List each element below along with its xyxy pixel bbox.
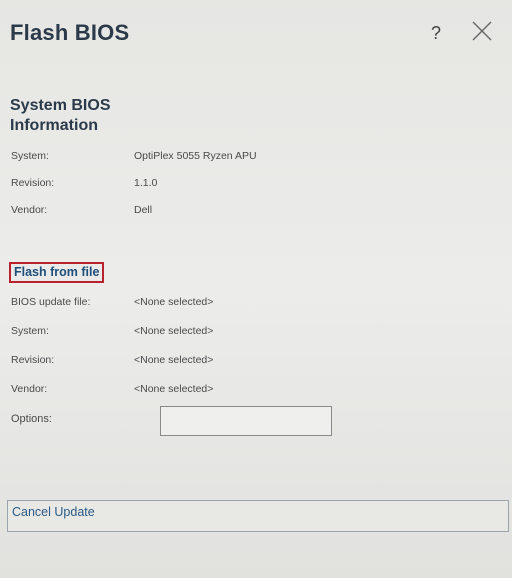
- vendor-value: Dell: [134, 204, 153, 216]
- help-icon[interactable]: ?: [428, 22, 444, 44]
- system-value: OptiPlex 5055 Ryzen APU: [134, 150, 257, 162]
- revision-value: 1.1.0: [134, 177, 158, 189]
- update-revision-label: Revision:: [11, 354, 55, 366]
- revision-label: Revision:: [11, 177, 55, 189]
- flash-from-file-link[interactable]: Flash from file: [9, 262, 104, 283]
- screen: Flash BIOS ? System BIOS Information Sys…: [0, 0, 512, 578]
- system-label: System:: [11, 150, 49, 162]
- update-revision-value: <None selected>: [134, 354, 214, 366]
- cancel-update-button[interactable]: Cancel Update: [7, 500, 509, 532]
- options-field[interactable]: [160, 406, 332, 436]
- options-label: Options:: [11, 413, 52, 425]
- update-vendor-label: Vendor:: [11, 383, 48, 395]
- close-icon[interactable]: [471, 20, 493, 42]
- system-bios-information-heading: System BIOS Information: [10, 97, 111, 134]
- flash-bios-dialog: Flash BIOS ? System BIOS Information Sys…: [0, 0, 512, 578]
- page-title: Flash BIOS: [10, 20, 130, 45]
- bios-update-file-label: BIOS update file:: [11, 296, 91, 308]
- update-vendor-value: <None selected>: [134, 383, 214, 395]
- vendor-label: Vendor:: [11, 204, 48, 216]
- bios-update-file-value: <None selected>: [134, 296, 214, 308]
- update-system-label: System:: [11, 325, 49, 337]
- update-system-value: <None selected>: [134, 325, 214, 337]
